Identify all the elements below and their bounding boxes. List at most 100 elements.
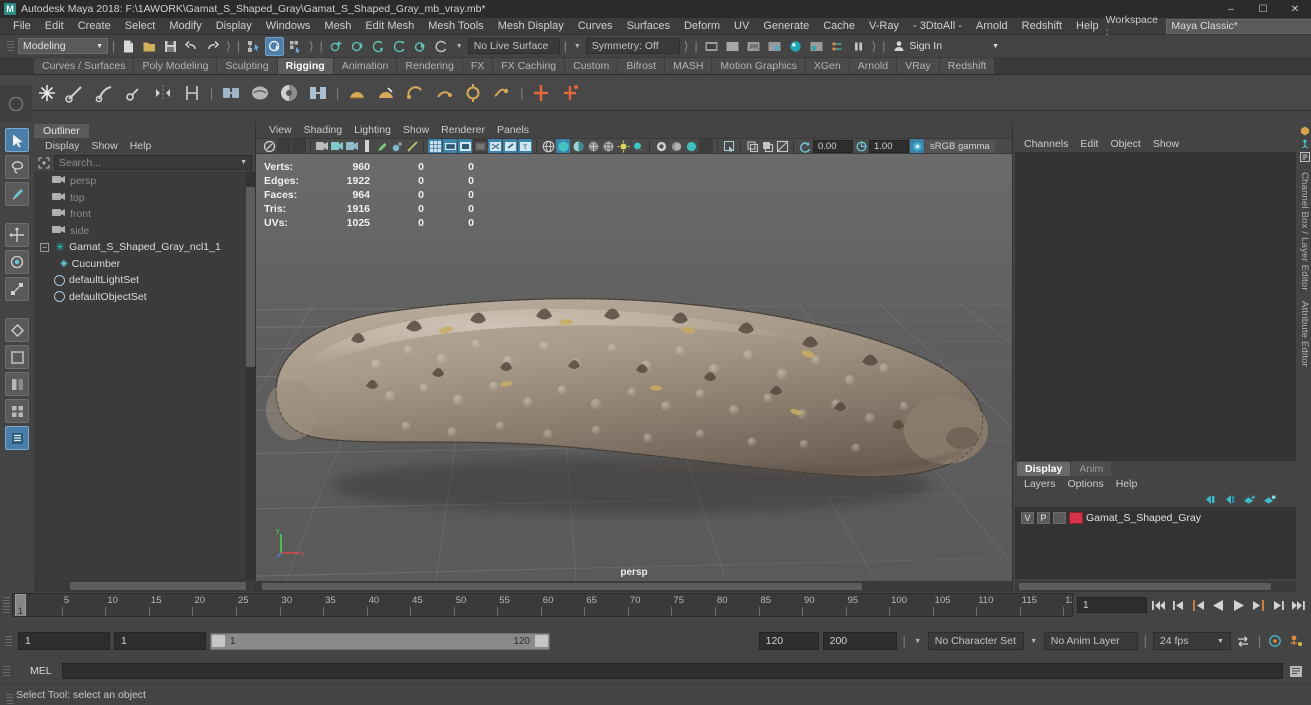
move-layer-down-icon[interactable]: [1223, 493, 1236, 505]
exposure-field[interactable]: 0.00: [813, 139, 853, 153]
outliner-item-default-object-set[interactable]: defaultObjectSet: [34, 289, 255, 306]
outliner-item-gamat-group[interactable]: − ✳ Gamat_S_Shaped_Gray_ncl1_1: [34, 239, 255, 256]
interactive-bind-icon[interactable]: [305, 80, 331, 106]
layer-menu-help[interactable]: Help: [1111, 477, 1143, 491]
menu-set-select[interactable]: Modeling ▼: [18, 38, 108, 54]
layer-color-swatch[interactable]: [1069, 511, 1083, 524]
outliner-tab[interactable]: Outliner: [34, 124, 89, 138]
shelf-tab-bifrost[interactable]: Bifrost: [618, 58, 665, 74]
create-ik-spline-icon[interactable]: [92, 80, 118, 106]
menu-display[interactable]: Display: [209, 18, 259, 35]
step-back-frame-button[interactable]: [1190, 597, 1207, 614]
two-pane-layout-button[interactable]: [5, 372, 29, 396]
scrollbar-thumb[interactable]: [246, 187, 255, 367]
grid-toggle-icon[interactable]: [428, 139, 442, 153]
play-forwards-button[interactable]: [1230, 597, 1247, 614]
no-exposure-icon[interactable]: [775, 139, 789, 153]
create-ik-handle-icon[interactable]: [63, 80, 89, 106]
menu-edit[interactable]: Edit: [38, 18, 71, 35]
textured-icon[interactable]: [601, 139, 615, 153]
menu-redshift[interactable]: Redshift: [1015, 18, 1069, 35]
menu-mesh[interactable]: Mesh: [317, 18, 358, 35]
scrollbar-thumb[interactable]: [1019, 583, 1271, 590]
smooth-shade-all-icon[interactable]: [556, 139, 570, 153]
shelf-options-icon[interactable]: [9, 97, 23, 111]
paint-select-tool-button[interactable]: [5, 182, 29, 206]
screen-space-ao-icon[interactable]: [654, 139, 668, 153]
last-tool-button[interactable]: [5, 318, 29, 342]
time-slider-track[interactable]: 1 5 10 15 20 25 30 35 40 45 50 55 60 65 70 75 80 85 90 95 1…: [12, 593, 1073, 617]
range-end-knob[interactable]: [534, 634, 549, 648]
go-to-start-button[interactable]: [1150, 597, 1167, 614]
snap-to-view-plane-button[interactable]: [411, 37, 430, 56]
shelf-tab-redshift[interactable]: Redshift: [939, 58, 995, 74]
channel-box-menu-channels[interactable]: Channels: [1019, 137, 1073, 152]
layer-playback-toggle[interactable]: P: [1037, 511, 1050, 524]
viewport-3d-canvas[interactable]: Verts: 960 0 0 Edges: 1922 0 0 Faces: 96…: [256, 154, 1012, 581]
collapse-expander-icon[interactable]: −: [40, 242, 49, 252]
menu-create[interactable]: Create: [71, 18, 118, 35]
menu-cache[interactable]: Cache: [816, 18, 862, 35]
menu-select[interactable]: Select: [118, 18, 163, 35]
menu-mesh-display[interactable]: Mesh Display: [491, 18, 571, 35]
lattice-deformer-icon[interactable]: [402, 80, 428, 106]
smooth-shade-selected-icon[interactable]: [571, 139, 585, 153]
playback-end-field[interactable]: 200: [822, 632, 897, 650]
sign-in-button[interactable]: Sign In ▼: [889, 38, 1003, 55]
color-management-icon[interactable]: [910, 139, 924, 153]
paint-skin-weights-icon[interactable]: [276, 80, 302, 106]
resolution-gate-icon[interactable]: [458, 139, 472, 153]
layer-name-label[interactable]: Gamat_S_Shaped_Gray: [1086, 512, 1201, 524]
menu-generate[interactable]: Generate: [756, 18, 816, 35]
viewport-menu-view[interactable]: View: [264, 123, 297, 138]
outliner-search-input[interactable]: Search... ▼: [54, 155, 252, 170]
outliner-item-top[interactable]: top: [34, 190, 255, 207]
viewport-menu-renderer[interactable]: Renderer: [436, 123, 490, 138]
anim-start-field[interactable]: 1: [114, 632, 206, 650]
animation-preferences-button[interactable]: [1267, 633, 1284, 650]
rotate-tool-button[interactable]: [5, 250, 29, 274]
viewport-menu-shading[interactable]: Shading: [299, 123, 348, 138]
shelf-tab-animation[interactable]: Animation: [333, 58, 397, 74]
hypershade-button[interactable]: [786, 37, 805, 56]
layer-row[interactable]: V P Gamat_S_Shaped_Gray: [1015, 510, 1296, 525]
layer-tab-display[interactable]: Display: [1017, 462, 1071, 476]
status-bar-grip[interactable]: [3, 687, 15, 705]
current-frame-field[interactable]: 1: [1077, 597, 1147, 613]
open-scene-button[interactable]: [140, 37, 159, 56]
film-gate-icon[interactable]: [443, 139, 457, 153]
mirror-joint-icon[interactable]: [150, 80, 176, 106]
channel-box-menu-edit[interactable]: Edit: [1075, 137, 1103, 152]
viewport-menu-show[interactable]: Show: [398, 123, 434, 138]
make-live-button[interactable]: [432, 37, 451, 56]
shelf-tab-curves-surfaces[interactable]: Curves / Surfaces: [34, 58, 134, 74]
outliner-item-default-light-set[interactable]: defaultLightSet: [34, 272, 255, 289]
step-forward-frame-button[interactable]: [1250, 597, 1267, 614]
shelf-tab-sculpting[interactable]: Sculpting: [217, 58, 277, 74]
save-scene-button[interactable]: [161, 37, 180, 56]
character-set-select[interactable]: No Character Set: [927, 632, 1024, 650]
go-to-end-button[interactable]: [1290, 597, 1307, 614]
xray-active-components-icon[interactable]: T: [518, 139, 532, 153]
layer-type-toggle[interactable]: [1053, 511, 1066, 524]
four-pane-layout-button[interactable]: [5, 399, 29, 423]
two-d-pan-zoom-icon[interactable]: [345, 139, 359, 153]
measure-tool-icon[interactable]: [405, 139, 419, 153]
select-by-component-button[interactable]: [286, 37, 305, 56]
multisample-aa-icon[interactable]: [684, 139, 698, 153]
grease-pencil-icon[interactable]: [360, 139, 374, 153]
gamma-reset-icon[interactable]: [854, 139, 868, 153]
joint-tool-icon[interactable]: [179, 80, 205, 106]
outliner-menu-help[interactable]: Help: [125, 139, 157, 154]
image-plane-icon[interactable]: [330, 139, 344, 153]
menu-curves[interactable]: Curves: [571, 18, 620, 35]
layer-visibility-toggle[interactable]: V: [1021, 511, 1034, 524]
chevron-down-icon[interactable]: ▼: [912, 638, 924, 645]
depth-of-field-icon[interactable]: [699, 139, 713, 153]
shelf-tab-poly-modeling[interactable]: Poly Modeling: [134, 58, 217, 74]
workspace-select[interactable]: Maya Classic* ▼: [1166, 18, 1311, 34]
outliner-menu-display[interactable]: Display: [40, 139, 84, 154]
new-layer-from-selected-icon[interactable]: [1263, 493, 1276, 505]
gate-mask-icon[interactable]: [473, 139, 487, 153]
motion-blur-icon[interactable]: [669, 139, 683, 153]
